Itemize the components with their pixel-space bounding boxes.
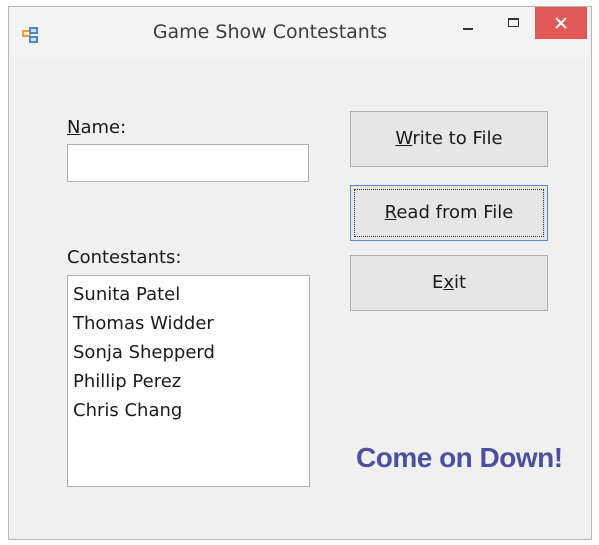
contestants-listbox[interactable]: Sunita Patel Thomas Widder Sonja Shepper… — [67, 275, 310, 487]
exit-button[interactable]: Exit — [350, 255, 548, 311]
read-label: ead from File — [396, 202, 514, 223]
name-label-text: ame: — [80, 117, 127, 138]
list-item[interactable]: Sonja Shepperd — [73, 338, 304, 367]
title-bar[interactable]: Game Show Contestants — [9, 7, 591, 57]
write-to-file-button[interactable]: Write to File — [350, 111, 548, 167]
list-item[interactable]: Phillip Perez — [73, 367, 304, 396]
read-accelerator: R — [384, 202, 397, 223]
minimize-icon — [463, 28, 473, 30]
maximize-button[interactable] — [495, 7, 535, 39]
maximize-icon — [508, 18, 519, 27]
name-label: Name: — [67, 117, 126, 138]
main-window: Game Show Contestants Name: Contestants:… — [8, 6, 592, 540]
exit-label-start: E — [431, 272, 444, 293]
contestants-label: Contestants: — [67, 247, 182, 268]
list-item[interactable]: Thomas Widder — [73, 309, 304, 338]
exit-label-end: it — [453, 272, 467, 293]
write-accelerator: W — [395, 128, 413, 149]
exit-accelerator: x — [443, 272, 454, 293]
list-item[interactable]: Sunita Patel — [73, 280, 304, 309]
list-item[interactable]: Chris Chang — [73, 396, 304, 425]
read-from-file-button[interactable]: Read from File — [350, 185, 548, 241]
slogan-label: Come on Down! — [356, 442, 563, 473]
minimize-button[interactable] — [449, 7, 487, 39]
name-input[interactable] — [67, 144, 309, 182]
name-label-accelerator: N — [67, 117, 81, 138]
write-label: rite to File — [412, 128, 503, 149]
close-button[interactable] — [535, 7, 587, 39]
close-icon — [555, 17, 567, 29]
